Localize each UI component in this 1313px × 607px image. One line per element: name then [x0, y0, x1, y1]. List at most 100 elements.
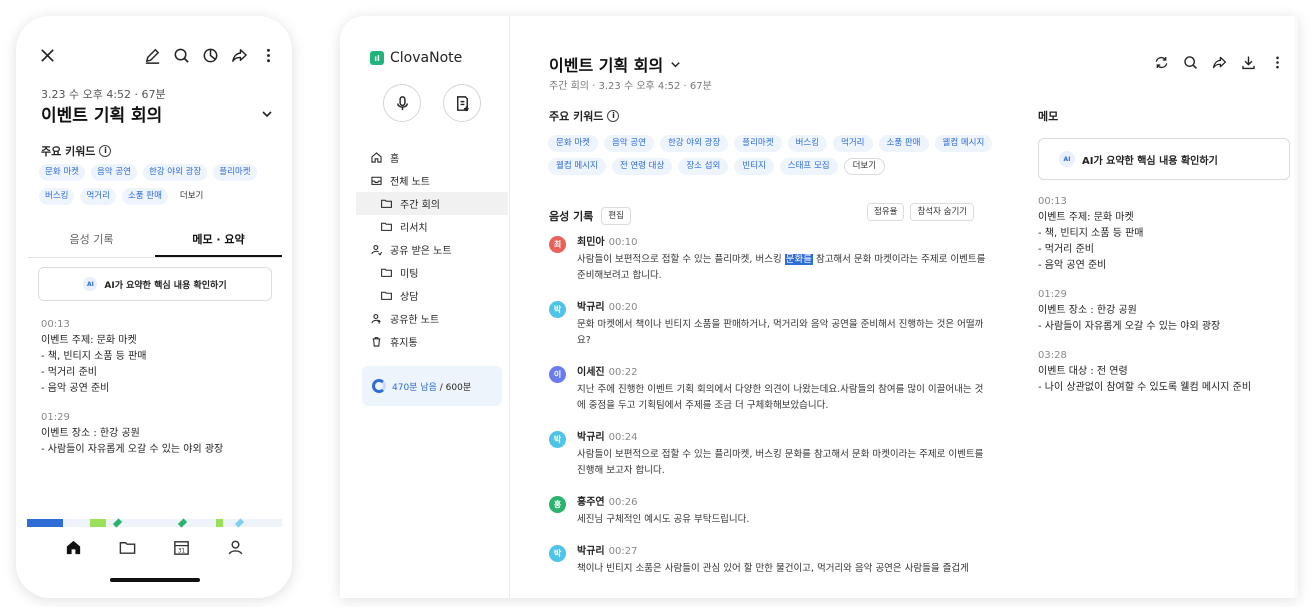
storage-usage[interactable]: 470분 남음 / 600분: [362, 366, 502, 406]
app-logo[interactable]: ıl ClovaNote: [370, 50, 462, 66]
home-icon[interactable]: [64, 538, 83, 557]
utterance-text[interactable]: 문화 마켓에서 책이나 빈티지 소품을 판매하거나, 먹거리와 음악 공연을 준…: [577, 317, 989, 349]
record-button[interactable]: [383, 84, 421, 122]
keyword-chip[interactable]: 버스킹: [39, 188, 75, 205]
share-icon[interactable]: [230, 46, 249, 65]
close-icon[interactable]: [38, 46, 57, 65]
keyword-chip[interactable]: 스태프 모집: [779, 158, 838, 175]
keyword-chip[interactable]: 소품 판매: [878, 135, 929, 152]
more-vert-icon[interactable]: [1269, 54, 1286, 71]
ai-badge-icon: AI: [1059, 151, 1075, 167]
info-icon[interactable]: i: [607, 110, 620, 122]
edit-button[interactable]: 편집: [601, 207, 631, 225]
keywords-more-button[interactable]: 더보기: [173, 188, 210, 205]
sidebar-item-weekly-meeting[interactable]: 주간 회의: [356, 192, 508, 215]
keyword-chip[interactable]: 플리마켓: [213, 164, 257, 181]
keywords-label-text: 주요 키워드: [549, 110, 604, 123]
profile-icon[interactable]: [226, 538, 245, 557]
share-icon[interactable]: [1211, 54, 1228, 71]
share-ratio-icon[interactable]: [201, 46, 220, 65]
keyword-chip[interactable]: 소품 판매: [121, 188, 168, 205]
sidebar-item-all-notes[interactable]: 전체 노트: [356, 169, 508, 192]
search-icon[interactable]: [1182, 54, 1199, 71]
memo-line: - 먹거리 준비: [1038, 244, 1094, 255]
transcript-item[interactable]: 최 최민아 00:10 사람들이 보편적으로 접할 수 있는 플리마켓, 버스킹 …: [549, 236, 989, 284]
more-vert-icon[interactable]: [259, 46, 278, 65]
keyword-chip[interactable]: 웰컴 메시지: [548, 158, 606, 175]
hide-participants-button[interactable]: 참석자 숨기기: [910, 203, 975, 221]
mobile-actions: [143, 46, 278, 65]
memo-line: - 사람들이 자유롭게 오갈 수 있는 야외 광장: [41, 444, 224, 455]
sidebar-item-home[interactable]: 홈: [356, 146, 508, 169]
screenshot-stage: 3.23 수 오후 4:52 · 67분 이벤트 기획 회의 주요 키워드 i …: [0, 0, 1313, 607]
keyword-chip[interactable]: 빈티지: [734, 158, 774, 175]
keyword-chip[interactable]: 한강 야외 광장: [142, 164, 208, 181]
note-actions: [1153, 54, 1286, 71]
keyword-chip[interactable]: 음악 공연: [90, 164, 137, 181]
transcript-item[interactable]: 박 박규리 00:24 사람들이 보편적으로 접할 수 있는 플리마켓, 버스킹 …: [549, 431, 989, 479]
tab-memo-summary[interactable]: 메모 · 요약: [155, 230, 282, 257]
keyword-chip[interactable]: 웰컴 메시지: [934, 135, 993, 152]
keyword-chip[interactable]: 플리마켓: [734, 135, 782, 152]
search-icon[interactable]: [172, 46, 191, 65]
transcript: 최 최민아 00:10 사람들이 보편적으로 접할 수 있는 플리마켓, 버스킹 …: [549, 236, 989, 594]
keyword-chip[interactable]: 한강 야외 광장: [659, 135, 729, 152]
download-icon[interactable]: [1240, 54, 1257, 71]
sidebar-item-consulting[interactable]: 상담: [356, 284, 508, 307]
keywords-more-button[interactable]: 더보기: [843, 158, 886, 175]
storage-ring-icon: [372, 379, 386, 393]
memo-label: 메모: [1038, 110, 1059, 123]
note-meta: 주간 회의 · 3.23 수 오후 4:52 · 67분: [549, 81, 712, 92]
upload-note-button[interactable]: [443, 84, 481, 122]
memo-line: - 음악 공연 준비: [41, 383, 110, 394]
keyword-chip[interactable]: 문화 마켓: [39, 164, 85, 181]
keyword-chip[interactable]: 먹거리: [80, 188, 116, 205]
timeline-marker: [177, 518, 188, 528]
sidebar-item-research[interactable]: 리서치: [356, 215, 508, 238]
sync-icon[interactable]: [1153, 54, 1170, 71]
memo-item[interactable]: 00:13 이벤트 주제: 문화 마켓 - 책, 빈티지 소품 등 판매 - 먹…: [1038, 194, 1290, 274]
memo-item[interactable]: 00:13 이벤트 주제: 문화 마켓 - 책, 빈티지 소품 등 판매 - 먹…: [41, 317, 277, 397]
memo-item[interactable]: 03:28 이벤트 대상 : 전 연령 - 나이 상관없이 참여할 수 있도록 …: [1038, 348, 1290, 396]
sidebar-item-meeting[interactable]: 미팅: [356, 261, 508, 284]
keyword-chips: 문화 마켓 음악 공연 한강 야외 광장 플리마켓 버스킹 먹거리 소품 판매 …: [39, 164, 279, 205]
tab-voice-record[interactable]: 음성 기록: [28, 230, 155, 257]
memo-item[interactable]: 01:29 이벤트 장소 : 한강 공원 - 사람들이 자유롭게 오갈 수 있는…: [1038, 287, 1290, 335]
ai-summary-button[interactable]: AI AI가 요약한 핵심 내용 확인하기: [38, 267, 272, 301]
calendar-icon[interactable]: 31: [172, 538, 191, 557]
keyword-chip[interactable]: 먹거리: [833, 135, 873, 152]
keyword-chip[interactable]: 버스킹: [787, 135, 828, 152]
info-icon[interactable]: i: [99, 145, 112, 157]
memo-item[interactable]: 01:29 이벤트 장소 : 한강 공원 - 사람들이 자유롭게 오갈 수 있는…: [41, 410, 277, 458]
note-title[interactable]: 이벤트 기획 회의: [549, 52, 682, 76]
keyword-chip[interactable]: 장소 섭외: [678, 158, 729, 175]
folder-icon[interactable]: [118, 538, 137, 557]
share-ratio-button[interactable]: 점유율: [867, 203, 905, 221]
utterance-text[interactable]: 책이나 빈티지 소품은 사람들이 관심 있어 할 만한 물건이고, 먹거리와 음…: [577, 561, 989, 577]
ai-summary-button[interactable]: AI AI가 요약한 핵심 내용 확인하기: [1038, 138, 1290, 180]
utterance-text[interactable]: 사람들이 보편적으로 접할 수 있는 플리마켓, 버스킹 문화를 참고해서 문화…: [577, 252, 989, 284]
sidebar-item-shared-with-me[interactable]: 공유 받은 노트: [356, 238, 508, 261]
speaker-line: 최민아 00:10: [577, 236, 989, 250]
transcript-item[interactable]: 이 이세진 00:22 지난 주에 진행한 이벤트 기획 회의에서 다양한 의견이…: [549, 366, 989, 414]
transcript-item[interactable]: 박 박규리 00:27 책이나 빈티지 소품은 사람들이 관심 있어 할 만한 물…: [549, 545, 989, 577]
chevron-down-icon: [669, 58, 682, 71]
keyword-chip[interactable]: 음악 공연: [603, 135, 654, 152]
utterance-text[interactable]: 세진님 구체적인 예시도 공유 부탁드립니다.: [577, 512, 989, 528]
keyword-chip[interactable]: 전 연령 대상: [611, 158, 673, 175]
utterance-text[interactable]: 사람들이 보편적으로 접할 수 있는 플리마켓, 버스킹 문화를 참고해서 문화…: [577, 447, 989, 479]
note-meta: 3.23 수 오후 4:52 · 67분: [41, 88, 166, 101]
sidebar-item-trash[interactable]: 휴지통: [356, 330, 508, 353]
scrollbar[interactable]: [1294, 16, 1298, 598]
transcript-item[interactable]: 홍 홍주연 00:26 세진님 구체적인 예시도 공유 부탁드립니다.: [549, 496, 989, 528]
keyword-chip[interactable]: 문화 마켓: [548, 135, 598, 152]
calendar-day: 31: [177, 549, 185, 555]
utterance-text[interactable]: 지난 주에 진행한 이벤트 기획 회의에서 다양한 의견이 나왔는데요.사람들의…: [577, 382, 989, 414]
memo-line: - 먹거리 준비: [41, 367, 97, 378]
chevron-down-icon[interactable]: [260, 106, 274, 120]
sidebar-item-shared-by-me[interactable]: 공유한 노트: [356, 307, 508, 330]
playback-timeline[interactable]: [27, 518, 282, 528]
transcript-item[interactable]: 박 박규리 00:20 문화 마켓에서 책이나 빈티지 소품을 판매하거나, 먹거…: [549, 301, 989, 349]
highlighted-word[interactable]: 문화를: [784, 254, 813, 265]
edit-icon[interactable]: [143, 46, 162, 65]
